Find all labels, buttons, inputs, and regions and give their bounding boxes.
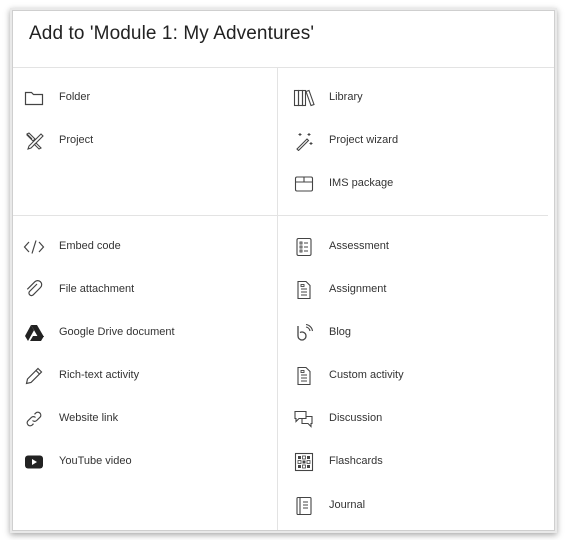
pencil-icon (23, 365, 45, 387)
add-assessment-label: Assessment (329, 240, 389, 252)
add-library-item[interactable]: Library (293, 83, 523, 113)
folder-icon (23, 87, 45, 109)
add-google-drive-item[interactable]: Google Drive document (23, 318, 253, 348)
add-journal-label: Journal (329, 499, 366, 511)
add-content-dialog: Add to 'Module 1: My Adventures' Folder … (12, 10, 555, 531)
add-project-item[interactable]: Project (23, 126, 253, 156)
package-icon (293, 173, 315, 195)
add-custom-activity-label: Custom activity (329, 369, 404, 381)
add-flashcards-label: Flashcards (329, 455, 383, 467)
add-youtube-video-item[interactable]: YouTube video (23, 447, 253, 477)
add-ims-package-label: IMS package (329, 177, 394, 189)
project-icon (23, 130, 45, 152)
add-website-link-label: Website link (59, 412, 119, 424)
column-divider (277, 68, 278, 530)
add-project-wizard-label: Project wizard (329, 134, 399, 146)
add-google-drive-label: Google Drive document (59, 326, 175, 338)
add-journal-item[interactable]: Journal (293, 491, 523, 521)
blog-icon (293, 322, 315, 344)
section-divider-left (13, 215, 277, 216)
section-divider-right (278, 215, 548, 216)
add-rich-text-label: Rich-text activity (59, 369, 140, 381)
add-assignment-item[interactable]: Assignment (293, 275, 523, 305)
paperclip-icon (23, 279, 45, 301)
add-folder-item[interactable]: Folder (23, 83, 253, 113)
journal-icon (293, 495, 315, 517)
checklist-icon (293, 236, 315, 258)
add-ims-package-item[interactable]: IMS package (293, 169, 523, 199)
add-rich-text-item[interactable]: Rich-text activity (23, 361, 253, 391)
add-discussion-label: Discussion (329, 412, 383, 424)
document-icon (293, 365, 315, 387)
flashcards-icon (293, 451, 315, 473)
youtube-icon (23, 451, 45, 473)
add-folder-label: Folder (59, 91, 91, 103)
add-assignment-label: Assignment (329, 283, 387, 295)
code-icon (23, 236, 45, 258)
add-embed-code-item[interactable]: Embed code (23, 232, 253, 262)
add-file-attachment-item[interactable]: File attachment (23, 275, 253, 305)
dialog-header: Add to 'Module 1: My Adventures' (13, 11, 554, 68)
chat-icon (293, 408, 315, 430)
add-discussion-item[interactable]: Discussion (293, 404, 523, 434)
google-drive-icon (23, 322, 45, 344)
add-file-attachment-label: File attachment (59, 283, 135, 295)
add-embed-code-label: Embed code (59, 240, 121, 252)
dialog-title: Add to 'Module 1: My Adventures' (29, 23, 315, 44)
add-blog-label: Blog (329, 326, 352, 338)
document-icon (293, 279, 315, 301)
add-project-label: Project (59, 134, 94, 146)
add-website-link-item[interactable]: Website link (23, 404, 253, 434)
wand-icon (293, 130, 315, 152)
add-youtube-video-label: YouTube video (59, 455, 132, 467)
add-custom-activity-item[interactable]: Custom activity (293, 361, 523, 391)
link-icon (23, 408, 45, 430)
add-blog-item[interactable]: Blog (293, 318, 523, 348)
add-project-wizard-item[interactable]: Project wizard (293, 126, 523, 156)
add-flashcards-item[interactable]: Flashcards (293, 447, 523, 477)
add-library-label: Library (329, 91, 363, 103)
library-icon (293, 87, 315, 109)
add-assessment-item[interactable]: Assessment (293, 232, 523, 262)
